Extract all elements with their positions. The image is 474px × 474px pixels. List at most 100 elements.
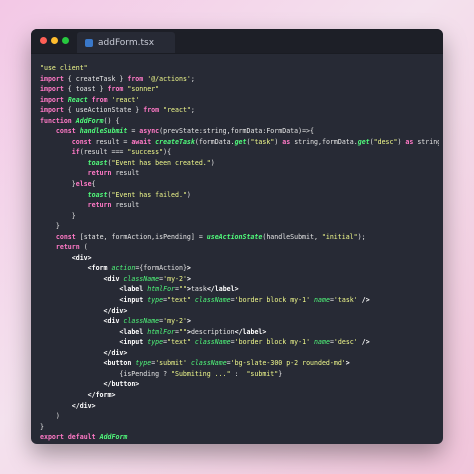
code-line: import React from 'react': [40, 95, 439, 106]
code-token: }: [40, 211, 76, 220]
code-token: ){: [163, 148, 172, 157]
code-line: const result = await createTask(formData…: [40, 137, 439, 148]
code-token: }: [40, 180, 76, 189]
code-token: }: [278, 369, 283, 378]
code-line: <input type="text" className='border blo…: [40, 295, 439, 306]
code-token: function: [40, 116, 72, 125]
code-token: </div>: [71, 401, 96, 410]
code-token: from: [127, 74, 144, 83]
code-line: return (: [40, 242, 439, 253]
code-token: "submit": [246, 369, 279, 378]
code-token: );: [357, 232, 366, 241]
code-line: <div className='my-2'>: [40, 274, 439, 285]
code-token: className: [194, 296, 231, 305]
code-token: :: [230, 369, 247, 378]
code-token: import: [40, 95, 64, 104]
code-window: addForm.tsx "use client" import { createT…: [31, 29, 443, 444]
code-token: string): [417, 137, 439, 146]
code-token: result: [111, 169, 140, 178]
code-token: >: [186, 274, 191, 283]
code-token: <label: [119, 327, 144, 336]
code-token: type: [147, 338, 164, 347]
code-token: 'submit': [155, 359, 187, 368]
minimize-window-icon[interactable]: [51, 37, 58, 44]
code-line: const [state, formAction,isPending] = us…: [40, 232, 439, 243]
code-token: AddForm: [75, 116, 104, 125]
code-token: await: [131, 137, 152, 146]
code-token: </div>: [103, 348, 128, 357]
code-token: <div: [103, 274, 120, 283]
code-token: (handleSubmit,: [262, 232, 322, 241]
code-token: { createTask }: [63, 74, 128, 83]
code-token: className: [190, 359, 227, 368]
code-token: 'react': [111, 95, 140, 104]
code-editor[interactable]: "use client" import { createTask } from '…: [40, 63, 439, 443]
code-token: string,formData.: [290, 137, 358, 146]
code-line: <label htmlFor="">task</label>: [40, 284, 439, 295]
code-token: (formData.: [194, 137, 235, 146]
code-token: 'border block my-1': [234, 296, 311, 305]
code-token: "sonner": [127, 85, 160, 94]
code-line: <label htmlFor="">description</label>: [40, 327, 439, 338]
code-token: import: [40, 85, 64, 94]
code-token: "use client": [40, 64, 88, 72]
code-token: "desc": [373, 137, 398, 146]
code-token: className: [123, 317, 160, 326]
code-token: <label: [119, 285, 144, 294]
code-token: default: [67, 433, 96, 442]
code-token: const: [71, 137, 92, 146]
code-token: "Event has failed.": [111, 190, 187, 199]
code-line: <form action={formAction}>: [40, 263, 439, 274]
code-line: toast("Event has failed."): [40, 190, 439, 201]
file-tab[interactable]: addForm.tsx: [77, 32, 175, 53]
code-token: const: [55, 127, 76, 136]
code-token: "": [179, 285, 187, 294]
code-line: "use client": [40, 63, 439, 74]
code-token: </label>: [234, 327, 267, 336]
code-token: name: [314, 338, 330, 347]
code-token: >: [186, 264, 191, 273]
code-token: import: [40, 106, 64, 115]
code-line: </div>: [40, 348, 439, 359]
code-token: "success": [127, 148, 164, 157]
code-token: const: [55, 232, 76, 241]
code-line: ): [40, 411, 439, 422]
code-token: import: [40, 74, 64, 83]
code-token: =: [127, 127, 140, 136]
code-token: {: [91, 180, 96, 189]
code-token: className: [194, 338, 231, 347]
code-line: }: [40, 211, 439, 222]
code-token: <form: [87, 264, 108, 273]
code-token: "text": [167, 296, 191, 305]
title-bar: addForm.tsx: [31, 29, 443, 54]
maximize-window-icon[interactable]: [62, 37, 69, 44]
close-window-icon[interactable]: [40, 37, 47, 44]
code-token: />: [361, 338, 370, 347]
code-token: handleSubmit: [79, 127, 128, 136]
code-token: "initial": [321, 232, 358, 241]
code-token: className: [123, 274, 160, 283]
code-token: { toast }: [63, 85, 108, 94]
code-token: </form>: [87, 390, 116, 399]
code-token: </div>: [103, 306, 128, 315]
code-line: </button>: [40, 379, 439, 390]
code-token: ={formAction}: [135, 264, 187, 273]
